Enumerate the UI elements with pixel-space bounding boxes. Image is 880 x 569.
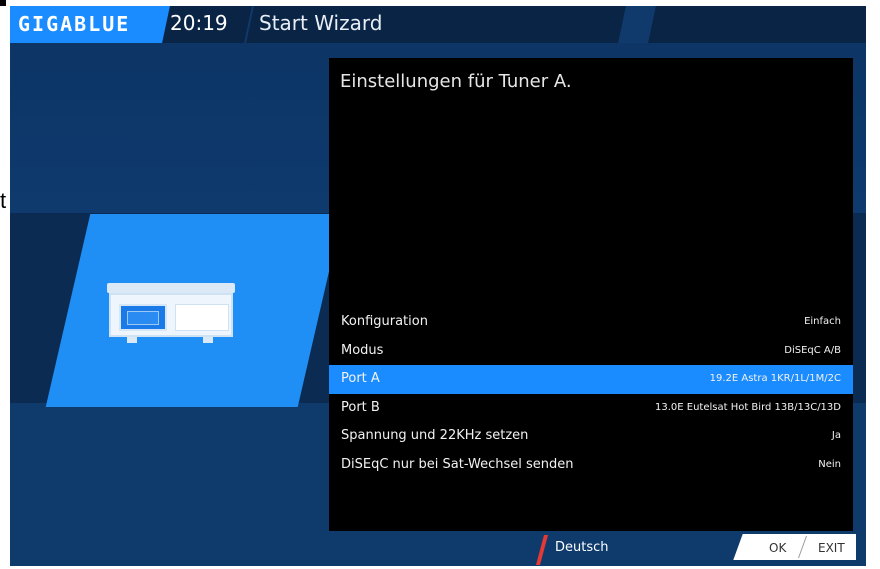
setting-label: Port B xyxy=(341,399,380,415)
setting-label: Modus xyxy=(341,342,384,358)
setting-value: 19.2E Astra 1KR/1L/1M/2C xyxy=(709,373,841,384)
language-button[interactable]: Deutsch xyxy=(555,540,609,555)
setting-value: Ja xyxy=(831,430,841,441)
tuner-settings-panel: Einstellungen für Tuner A. Konfiguration… xyxy=(329,58,853,531)
tv-screen: GIGABLUE 20:19 Start Wizard Einstellunge… xyxy=(10,6,866,566)
setting-row-port-b[interactable]: Port B 13.0E Eutelsat Hot Bird 13B/13C/1… xyxy=(329,394,853,423)
setting-label: Port A xyxy=(341,371,380,386)
setting-value: 13.0E Eutelsat Hot Bird 13B/13C/13D xyxy=(654,401,841,413)
ok-button[interactable]: OK xyxy=(769,541,786,555)
stray-glyph: t xyxy=(0,188,7,213)
settings-list: Konfiguration Einfach Modus DiSEqC A/B P… xyxy=(329,308,853,479)
setting-label: Konfiguration xyxy=(341,314,428,329)
receiver-slot xyxy=(175,304,229,331)
panel-title: Einstellungen für Tuner A. xyxy=(340,71,572,92)
receiver-body xyxy=(109,293,233,337)
receiver-display xyxy=(119,304,167,331)
setting-label: DiSEqC nur bei Sat-Wechsel senden xyxy=(341,456,574,472)
setting-row-modus[interactable]: Modus DiSEqC A/B xyxy=(329,337,853,366)
clock: 20:19 xyxy=(170,11,228,35)
receiver-foot-right xyxy=(203,337,213,343)
logo-box: GIGABLUE xyxy=(10,6,158,43)
satellite-receiver-icon xyxy=(107,283,235,343)
setting-row-port-a[interactable]: Port A 19.2E Astra 1KR/1L/1M/2C xyxy=(329,365,853,394)
receiver-foot-left xyxy=(127,337,137,343)
brand-logo: GIGABLUE xyxy=(18,12,131,36)
setting-value: Nein xyxy=(818,458,841,470)
receiver-top xyxy=(107,283,235,293)
setting-row-konfiguration[interactable]: Konfiguration Einfach xyxy=(329,308,853,337)
exit-button[interactable]: EXIT xyxy=(818,541,845,555)
setting-row-spannung[interactable]: Spannung und 22KHz setzen Ja xyxy=(329,422,853,451)
corner-artifact xyxy=(0,0,6,6)
setting-value: DiSEqC A/B xyxy=(784,344,841,356)
page-title: Start Wizard xyxy=(259,11,383,35)
setting-value: Einfach xyxy=(804,316,841,327)
setting-row-diseqc-sat-wechsel[interactable]: DiSEqC nur bei Sat-Wechsel senden Nein xyxy=(329,451,853,480)
setting-label: Spannung und 22KHz setzen xyxy=(341,428,529,443)
